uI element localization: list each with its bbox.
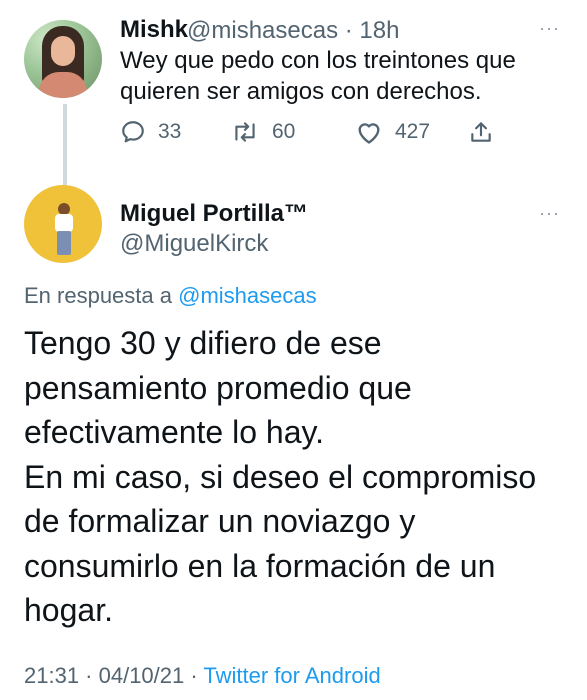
retweet-count: 60 [272,120,296,143]
author-name[interactable]: Mishk [120,16,188,44]
like-button[interactable]: 427 [355,119,430,145]
avatar-face [51,36,75,66]
tweet-source-link[interactable]: Twitter for Android [203,663,380,688]
more-icon[interactable]: ··· [539,203,560,224]
tweet-text: Tengo 30 y difiero de ese pensamiento pr… [24,321,574,633]
tweet-text-line: hogar. [24,592,113,628]
tweet-text-line: Tengo 30 y difiero de ese [24,325,382,361]
author-handle-time[interactable]: @mishasecas · 18h [187,17,399,45]
retweet-icon [235,122,255,142]
retweet-button[interactable]: 60 [230,119,295,145]
reply-mention-link[interactable]: @mishasecas [178,283,317,308]
tweet-text-line: consumirlo en la formación de un [24,547,496,584]
share-button[interactable] [468,119,494,145]
avatar-body [39,72,87,98]
avatar-person-legs [57,231,71,255]
tweet-text: Wey que pedo con los treintones que quie… [120,47,516,105]
avatar[interactable] [24,185,102,263]
reply-button[interactable]: 33 [120,119,181,145]
avatar[interactable] [24,20,102,98]
heart-icon [358,123,380,144]
tweet-metadata: 21:31 · 04/10/21 · Twitter for Android [24,663,381,689]
tweet-text-line: En mi caso, si deseo el compromiso [24,458,537,495]
reply-count: 33 [158,120,182,143]
more-icon[interactable]: ··· [539,18,560,39]
share-icon [471,122,491,142]
author-name[interactable]: Miguel Portilla™ [120,200,308,228]
reply-context: En respuesta a @mishasecas [24,283,317,309]
tweet-text-line: pensamiento promedio que [24,369,412,406]
author-handle[interactable]: @MiguelKirck [120,230,268,258]
tweet-text-line: de formalizar un noviazgo y [24,503,416,539]
avatar-person-torso [55,214,73,232]
tweet-actions: 33 60 427 [0,119,587,147]
reply-icon [122,121,144,143]
tweet-timestamp[interactable]: 21:31 · 04/10/21 · [24,663,203,688]
tweet-text-line: efectivamente lo hay. [24,414,325,450]
like-count: 427 [395,120,431,143]
reply-prefix: En respuesta a [24,283,179,308]
